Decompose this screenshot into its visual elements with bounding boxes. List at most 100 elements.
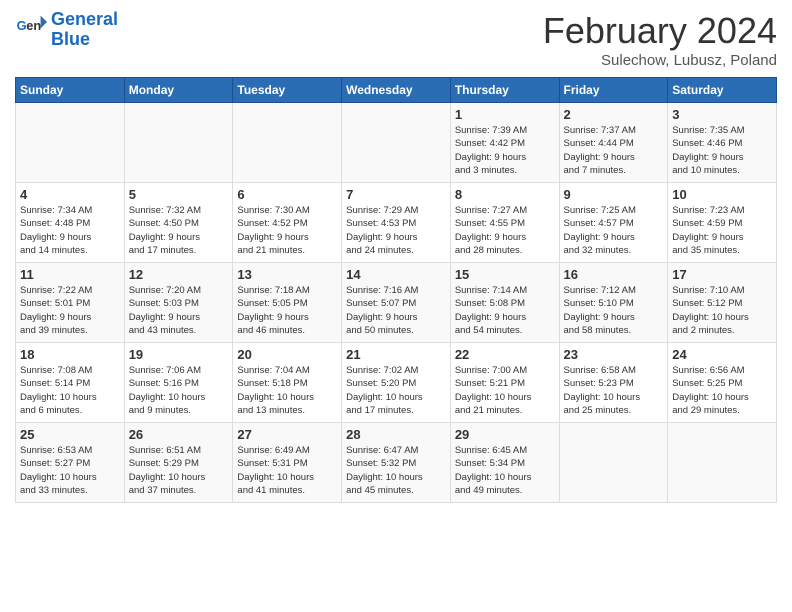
day-number: 2 bbox=[564, 107, 664, 122]
month-title: February 2024 bbox=[543, 10, 777, 52]
day-number: 14 bbox=[346, 267, 446, 282]
calendar-cell: 22 Sunrise: 7:00 AM Sunset: 5:21 PM Dayli… bbox=[450, 343, 559, 423]
day-number: 23 bbox=[564, 347, 664, 362]
logo-text: General Blue bbox=[51, 10, 118, 50]
calendar-cell: 10 Sunrise: 7:23 AM Sunset: 4:59 PM Dayli… bbox=[668, 183, 777, 263]
day-info: Sunrise: 7:37 AM Sunset: 4:44 PM Dayligh… bbox=[564, 124, 664, 177]
calendar-cell: 11 Sunrise: 7:22 AM Sunset: 5:01 PM Dayli… bbox=[16, 263, 125, 343]
calendar-cell: 3Sunrise: 7:35 AM Sunset: 4:46 PM Daylig… bbox=[668, 103, 777, 183]
calendar-cell bbox=[16, 103, 125, 183]
calendar-cell: 4Sunrise: 7:34 AM Sunset: 4:48 PM Daylig… bbox=[16, 183, 125, 263]
day-info: Sunrise: 6:47 AM Sunset: 5:32 PM Dayligh… bbox=[346, 444, 446, 497]
calendar-cell bbox=[124, 103, 233, 183]
calendar-cell: 15 Sunrise: 7:14 AM Sunset: 5:08 PM Dayli… bbox=[450, 263, 559, 343]
calendar-cell bbox=[559, 423, 668, 503]
weekday-header-sunday: Sunday bbox=[16, 78, 125, 103]
day-info: Sunrise: 6:51 AM Sunset: 5:29 PM Dayligh… bbox=[129, 444, 229, 497]
calendar-cell bbox=[668, 423, 777, 503]
calendar-cell: 28 Sunrise: 6:47 AM Sunset: 5:32 PM Dayli… bbox=[342, 423, 451, 503]
day-number: 3 bbox=[672, 107, 772, 122]
day-number: 16 bbox=[564, 267, 664, 282]
calendar-cell bbox=[233, 103, 342, 183]
calendar-cell: 17Sunrise: 7:10 AM Sunset: 5:12 PM Dayli… bbox=[668, 263, 777, 343]
calendar-cell: 16 Sunrise: 7:12 AM Sunset: 5:10 PM Dayli… bbox=[559, 263, 668, 343]
day-number: 9 bbox=[564, 187, 664, 202]
day-number: 5 bbox=[129, 187, 229, 202]
calendar-cell: 23 Sunrise: 6:58 AM Sunset: 5:23 PM Dayli… bbox=[559, 343, 668, 423]
svg-text:G: G bbox=[17, 18, 27, 33]
calendar-header-row: SundayMondayTuesdayWednesdayThursdayFrid… bbox=[16, 78, 777, 103]
calendar-cell: 2 Sunrise: 7:37 AM Sunset: 4:44 PM Daylig… bbox=[559, 103, 668, 183]
day-number: 11 bbox=[20, 267, 120, 282]
day-number: 25 bbox=[20, 427, 120, 442]
calendar-cell: 14 Sunrise: 7:16 AM Sunset: 5:07 PM Dayli… bbox=[342, 263, 451, 343]
day-info: Sunrise: 7:29 AM Sunset: 4:53 PM Dayligh… bbox=[346, 204, 446, 257]
day-info: Sunrise: 6:53 AM Sunset: 5:27 PM Dayligh… bbox=[20, 444, 120, 497]
calendar-week-4: 18 Sunrise: 7:08 AM Sunset: 5:14 PM Dayli… bbox=[16, 343, 777, 423]
day-info: Sunrise: 7:00 AM Sunset: 5:21 PM Dayligh… bbox=[455, 364, 555, 417]
day-info: Sunrise: 7:04 AM Sunset: 5:18 PM Dayligh… bbox=[237, 364, 337, 417]
day-number: 22 bbox=[455, 347, 555, 362]
calendar-table: SundayMondayTuesdayWednesdayThursdayFrid… bbox=[15, 77, 777, 503]
day-number: 10 bbox=[672, 187, 772, 202]
day-number: 27 bbox=[237, 427, 337, 442]
day-info: Sunrise: 7:39 AM Sunset: 4:42 PM Dayligh… bbox=[455, 124, 555, 177]
calendar-week-5: 25 Sunrise: 6:53 AM Sunset: 5:27 PM Dayli… bbox=[16, 423, 777, 503]
logo: G e n General Blue bbox=[15, 10, 118, 50]
calendar-cell: 13 Sunrise: 7:18 AM Sunset: 5:05 PM Dayli… bbox=[233, 263, 342, 343]
day-number: 18 bbox=[20, 347, 120, 362]
day-number: 19 bbox=[129, 347, 229, 362]
svg-text:e: e bbox=[26, 18, 33, 33]
day-info: Sunrise: 7:16 AM Sunset: 5:07 PM Dayligh… bbox=[346, 284, 446, 337]
day-number: 13 bbox=[237, 267, 337, 282]
calendar-week-2: 4Sunrise: 7:34 AM Sunset: 4:48 PM Daylig… bbox=[16, 183, 777, 263]
calendar-cell: 24Sunrise: 6:56 AM Sunset: 5:25 PM Dayli… bbox=[668, 343, 777, 423]
day-info: Sunrise: 7:02 AM Sunset: 5:20 PM Dayligh… bbox=[346, 364, 446, 417]
day-info: Sunrise: 7:27 AM Sunset: 4:55 PM Dayligh… bbox=[455, 204, 555, 257]
weekday-header-monday: Monday bbox=[124, 78, 233, 103]
day-info: Sunrise: 7:08 AM Sunset: 5:14 PM Dayligh… bbox=[20, 364, 120, 417]
calendar-cell: 21 Sunrise: 7:02 AM Sunset: 5:20 PM Dayli… bbox=[342, 343, 451, 423]
weekday-header-saturday: Saturday bbox=[668, 78, 777, 103]
calendar-cell bbox=[342, 103, 451, 183]
day-info: Sunrise: 7:22 AM Sunset: 5:01 PM Dayligh… bbox=[20, 284, 120, 337]
day-number: 8 bbox=[455, 187, 555, 202]
calendar-cell: 12Sunrise: 7:20 AM Sunset: 5:03 PM Dayli… bbox=[124, 263, 233, 343]
day-number: 6 bbox=[237, 187, 337, 202]
calendar-cell: 8 Sunrise: 7:27 AM Sunset: 4:55 PM Daylig… bbox=[450, 183, 559, 263]
day-number: 20 bbox=[237, 347, 337, 362]
location-subtitle: Sulechow, Lubusz, Poland bbox=[543, 52, 777, 69]
day-info: Sunrise: 6:49 AM Sunset: 5:31 PM Dayligh… bbox=[237, 444, 337, 497]
calendar-cell: 9Sunrise: 7:25 AM Sunset: 4:57 PM Daylig… bbox=[559, 183, 668, 263]
day-info: Sunrise: 7:18 AM Sunset: 5:05 PM Dayligh… bbox=[237, 284, 337, 337]
day-number: 15 bbox=[455, 267, 555, 282]
day-number: 7 bbox=[346, 187, 446, 202]
day-info: Sunrise: 7:30 AM Sunset: 4:52 PM Dayligh… bbox=[237, 204, 337, 257]
day-number: 28 bbox=[346, 427, 446, 442]
day-number: 21 bbox=[346, 347, 446, 362]
day-info: Sunrise: 7:34 AM Sunset: 4:48 PM Dayligh… bbox=[20, 204, 120, 257]
calendar-cell: 29Sunrise: 6:45 AM Sunset: 5:34 PM Dayli… bbox=[450, 423, 559, 503]
svg-text:n: n bbox=[33, 18, 41, 33]
day-info: Sunrise: 7:23 AM Sunset: 4:59 PM Dayligh… bbox=[672, 204, 772, 257]
weekday-header-tuesday: Tuesday bbox=[233, 78, 342, 103]
day-number: 24 bbox=[672, 347, 772, 362]
day-info: Sunrise: 6:45 AM Sunset: 5:34 PM Dayligh… bbox=[455, 444, 555, 497]
weekday-header-wednesday: Wednesday bbox=[342, 78, 451, 103]
day-info: Sunrise: 7:14 AM Sunset: 5:08 PM Dayligh… bbox=[455, 284, 555, 337]
calendar-cell: 19 Sunrise: 7:06 AM Sunset: 5:16 PM Dayli… bbox=[124, 343, 233, 423]
day-info: Sunrise: 7:12 AM Sunset: 5:10 PM Dayligh… bbox=[564, 284, 664, 337]
day-number: 17 bbox=[672, 267, 772, 282]
day-number: 26 bbox=[129, 427, 229, 442]
weekday-header-friday: Friday bbox=[559, 78, 668, 103]
calendar-cell: 26 Sunrise: 6:51 AM Sunset: 5:29 PM Dayli… bbox=[124, 423, 233, 503]
day-info: Sunrise: 7:06 AM Sunset: 5:16 PM Dayligh… bbox=[129, 364, 229, 417]
calendar-cell: 7 Sunrise: 7:29 AM Sunset: 4:53 PM Daylig… bbox=[342, 183, 451, 263]
day-number: 1 bbox=[455, 107, 555, 122]
day-number: 12 bbox=[129, 267, 229, 282]
calendar-cell: 25 Sunrise: 6:53 AM Sunset: 5:27 PM Dayli… bbox=[16, 423, 125, 503]
calendar-cell: 5Sunrise: 7:32 AM Sunset: 4:50 PM Daylig… bbox=[124, 183, 233, 263]
calendar-cell: 6 Sunrise: 7:30 AM Sunset: 4:52 PM Daylig… bbox=[233, 183, 342, 263]
day-info: Sunrise: 6:58 AM Sunset: 5:23 PM Dayligh… bbox=[564, 364, 664, 417]
calendar-week-1: 1 Sunrise: 7:39 AM Sunset: 4:42 PM Daylig… bbox=[16, 103, 777, 183]
